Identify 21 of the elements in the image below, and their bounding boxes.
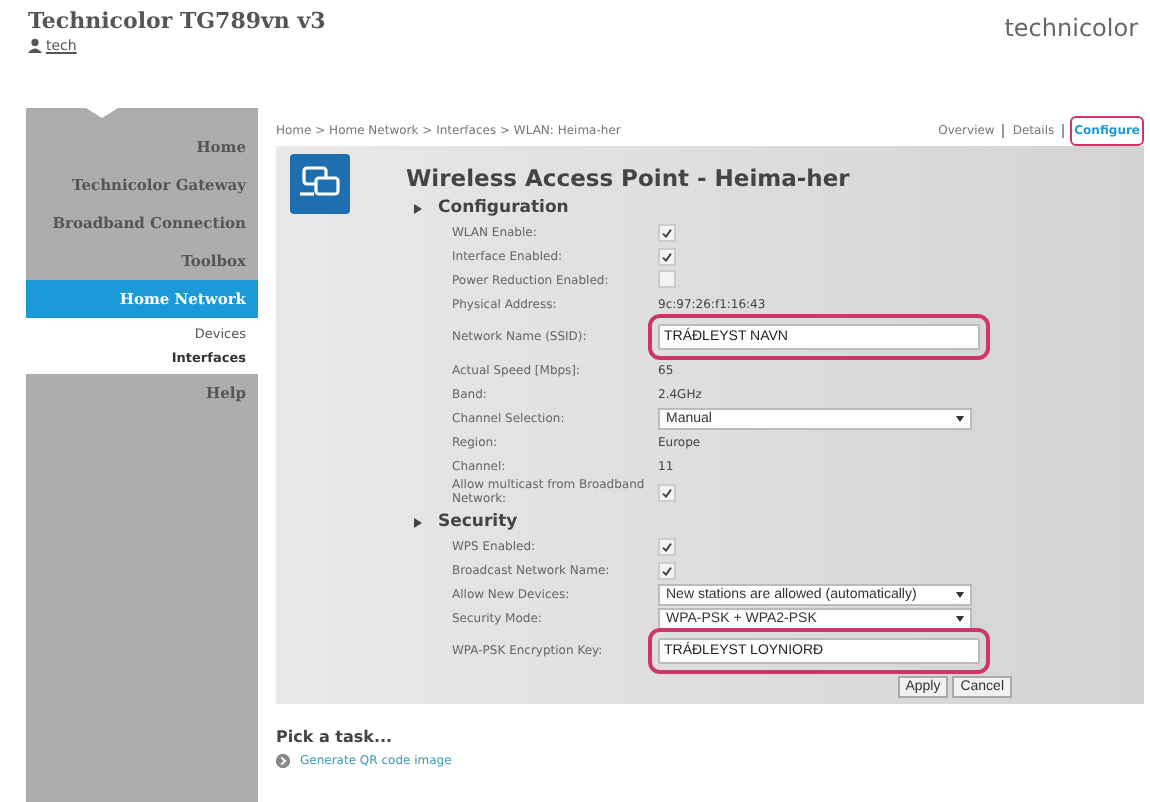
- caret-icon: [956, 415, 964, 421]
- brand-logo: technicolor: [1004, 14, 1138, 46]
- caret-icon: [956, 615, 964, 621]
- checkbox[interactable]: [658, 537, 676, 555]
- page-title: Technicolor TG789vn v3: [28, 8, 326, 34]
- checkbox[interactable]: [658, 483, 676, 501]
- checkbox[interactable]: [658, 561, 676, 579]
- arrow-circle-icon: [276, 754, 290, 768]
- checkbox[interactable]: [658, 223, 676, 241]
- checkbox[interactable]: [658, 247, 676, 265]
- section-title: Security: [438, 512, 518, 532]
- bullet-icon: [414, 203, 422, 213]
- tasks-title: Pick a task...: [276, 728, 395, 746]
- user-icon: [28, 38, 42, 54]
- notch-icon: [86, 108, 118, 118]
- section-title: Configuration: [438, 198, 569, 218]
- checkbox[interactable]: [658, 269, 676, 287]
- network-icon: [290, 154, 350, 214]
- caret-icon: [956, 591, 964, 597]
- bullet-icon: [414, 517, 422, 527]
- panel-title: Wireless Access Point - Heima-her: [406, 164, 852, 192]
